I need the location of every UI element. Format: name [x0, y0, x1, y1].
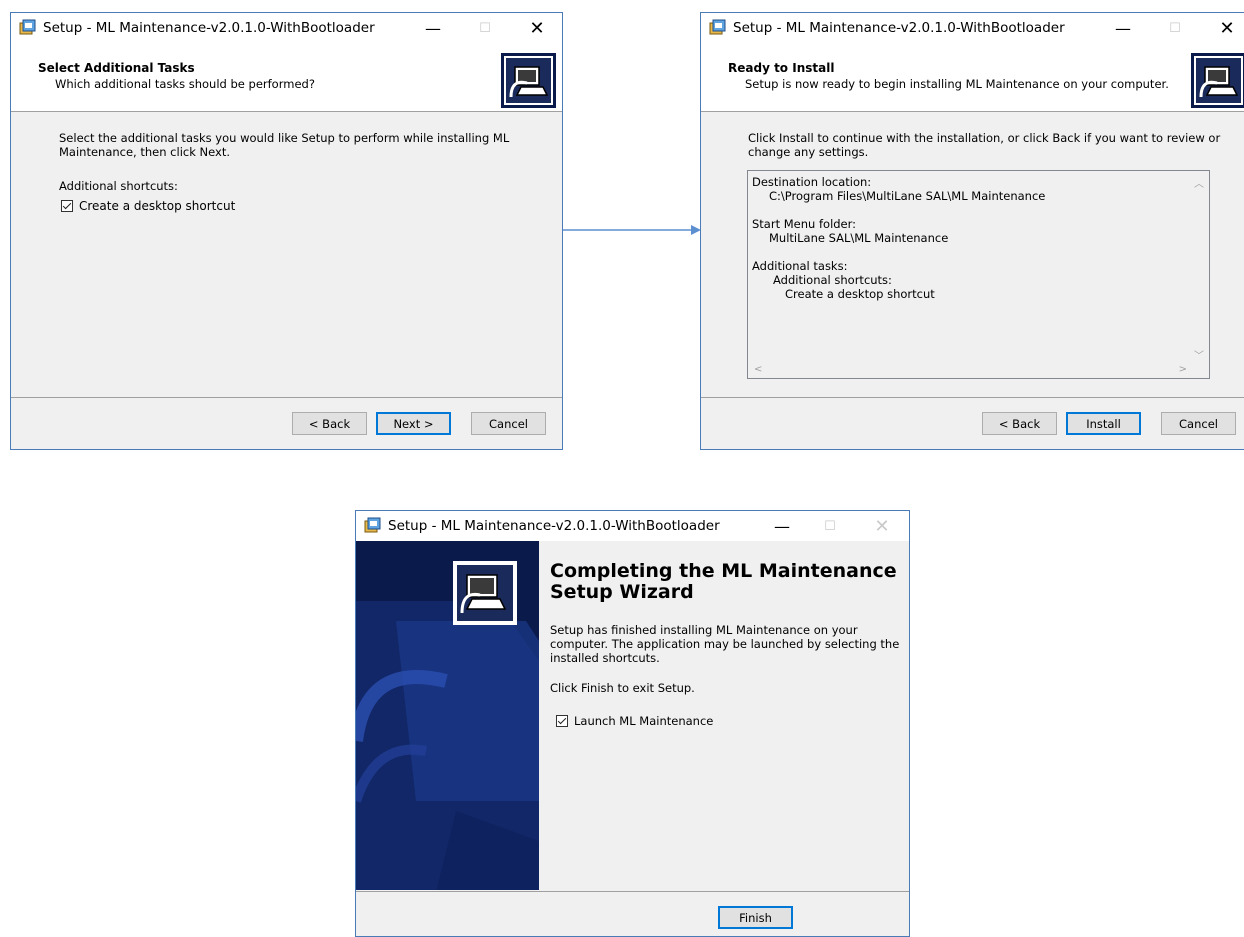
close-icon[interactable]: ✕ — [515, 13, 559, 43]
close-icon[interactable]: ✕ — [1205, 13, 1244, 43]
minimize-icon[interactable]: — — [411, 13, 455, 43]
desktop-shortcut-checkbox[interactable]: Create a desktop shortcut — [61, 199, 235, 213]
scroll-up-icon[interactable]: ︿ — [1194, 175, 1204, 190]
completion-heading-line2: Setup Wizard — [550, 581, 694, 603]
footer-divider — [11, 397, 562, 398]
cancel-button[interactable]: Cancel — [471, 412, 546, 435]
checkbox-icon[interactable] — [556, 715, 568, 727]
minimize-icon[interactable]: — — [760, 511, 804, 541]
checkbox-label: Launch ML Maintenance — [574, 714, 714, 728]
setup-app-icon — [19, 19, 36, 35]
back-button[interactable]: < Back — [982, 412, 1057, 435]
intro-text-line1: Select the additional tasks you would li… — [59, 131, 510, 145]
menu-value: MultiLane SAL\ML Maintenance — [769, 231, 949, 245]
ready-memo[interactable]: Destination location: C:\Program Files\M… — [747, 170, 1210, 379]
intro-text-line2: change any settings. — [748, 145, 869, 159]
maximize-icon: ☐ — [479, 20, 491, 36]
maximize-icon: ☐ — [824, 518, 836, 534]
minimize-icon[interactable]: — — [1101, 13, 1145, 43]
finish-text-line2: computer. The application may be launche… — [550, 637, 900, 651]
setup-app-icon — [709, 19, 726, 35]
intro-text-line1: Click Install to continue with the insta… — [748, 131, 1221, 145]
wizard-sidebar-image — [356, 541, 539, 890]
wizard-header: Select Additional Tasks Which additional… — [11, 43, 562, 112]
header-subtitle: Which additional tasks should be perform… — [55, 77, 315, 91]
dest-value: C:\Program Files\MultiLane SAL\ML Mainte… — [769, 189, 1046, 203]
installer-computer-icon — [1191, 53, 1244, 108]
back-button[interactable]: < Back — [292, 412, 367, 435]
tasks-group: Additional shortcuts: — [773, 273, 892, 287]
scroll-left-icon[interactable]: < — [754, 364, 762, 375]
finish-window: Setup - ML Maintenance-v2.0.1.0-WithBoot… — [355, 510, 910, 937]
next-button[interactable]: Next > — [376, 412, 451, 435]
title-bar[interactable]: Setup - ML Maintenance-v2.0.1.0-WithBoot… — [701, 13, 1244, 43]
scroll-right-icon[interactable]: > — [1179, 364, 1187, 375]
exit-instruction: Click Finish to exit Setup. — [550, 681, 695, 695]
window-title: Setup - ML Maintenance-v2.0.1.0-WithBoot… — [733, 20, 1065, 36]
setup-app-icon — [364, 517, 381, 533]
window-title: Setup - ML Maintenance-v2.0.1.0-WithBoot… — [43, 20, 375, 36]
checkbox-label: Create a desktop shortcut — [79, 199, 236, 213]
title-bar[interactable]: Setup - ML Maintenance-v2.0.1.0-WithBoot… — [356, 511, 909, 541]
header-subtitle: Setup is now ready to begin installing M… — [745, 77, 1169, 91]
group-label: Additional shortcuts: — [59, 179, 178, 193]
intro-text-line2: Maintenance, then click Next. — [59, 145, 230, 159]
finish-text-line1: Setup has finished installing ML Mainten… — [550, 623, 858, 637]
dest-label: Destination location: — [752, 175, 872, 189]
launch-checkbox[interactable]: Launch ML Maintenance — [556, 714, 713, 728]
title-bar[interactable]: Setup - ML Maintenance-v2.0.1.0-WithBoot… — [11, 13, 562, 43]
ready-to-install-window: Setup - ML Maintenance-v2.0.1.0-WithBoot… — [700, 12, 1244, 450]
maximize-icon: ☐ — [1169, 20, 1181, 36]
window-title: Setup - ML Maintenance-v2.0.1.0-WithBoot… — [388, 518, 720, 534]
cancel-button[interactable]: Cancel — [1161, 412, 1236, 435]
completion-heading-line1: Completing the ML Maintenance — [550, 560, 897, 582]
arrow-connector — [563, 225, 701, 235]
close-icon: ✕ — [874, 515, 890, 537]
wizard-header: Ready to Install Setup is now ready to b… — [701, 43, 1244, 112]
scroll-down-icon[interactable]: ﹀ — [1194, 347, 1204, 362]
install-button[interactable]: Install — [1066, 412, 1141, 435]
checkbox-icon[interactable] — [61, 200, 73, 212]
sidebar-artwork — [356, 541, 539, 890]
finish-button[interactable]: Finish — [718, 906, 793, 929]
menu-label: Start Menu folder: — [752, 217, 857, 231]
tasks-label: Additional tasks: — [752, 259, 848, 273]
footer-divider — [356, 891, 909, 892]
footer-divider — [701, 397, 1244, 398]
tasks-item: Create a desktop shortcut — [785, 287, 935, 301]
select-tasks-window: Setup - ML Maintenance-v2.0.1.0-WithBoot… — [10, 12, 563, 450]
installer-computer-icon — [501, 53, 556, 108]
header-title: Ready to Install — [728, 61, 835, 75]
finish-text-line3: installed shortcuts. — [550, 651, 660, 665]
header-title: Select Additional Tasks — [38, 61, 195, 75]
